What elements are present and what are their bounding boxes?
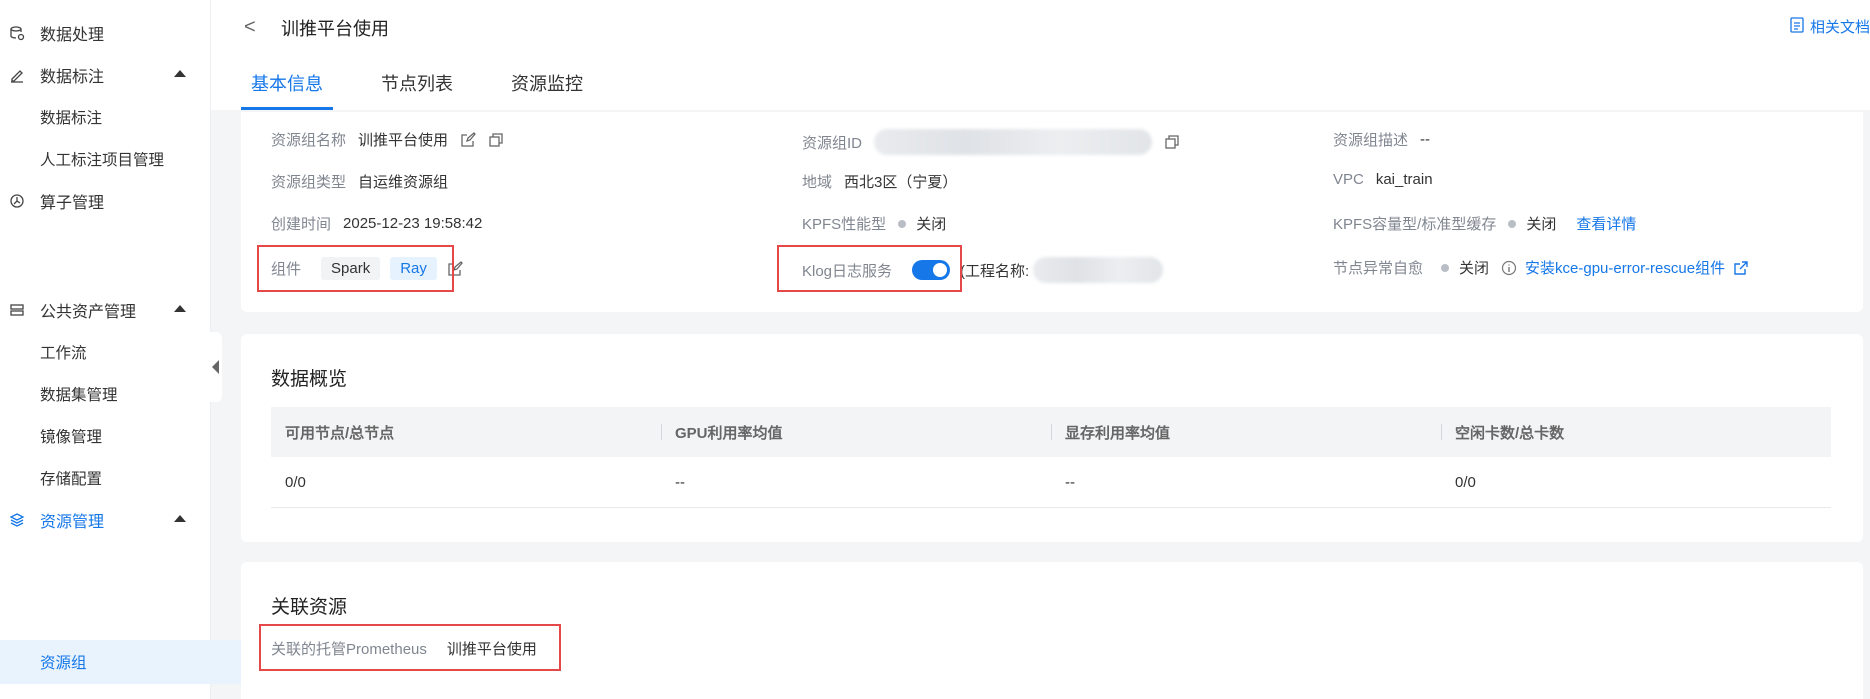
sidebar-item-data-processing[interactable]: 数据处理 [0,11,210,55]
install-rescue-link[interactable]: 安装kce-gpu-error-rescue组件 [1525,257,1725,278]
sidebar-item-label: 存储配置 [40,471,103,488]
chevron-up-icon [174,305,186,312]
sidebar-item-label: 公共资产管理 [40,304,137,321]
created-time-field: 创建时间 2025-12-23 19:58:42 [271,215,483,233]
table-cell: 0/0 [1455,473,1476,491]
data-processing-icon [8,24,26,42]
sidebar-item-label: 人工标注项目管理 [40,152,165,169]
sidebar-item-label: 镜像管理 [40,429,103,446]
sidebar-item-label: 工作流 [40,345,87,362]
redacted-value [874,129,1153,155]
sidebar-item-manual-annotation-projects[interactable]: 人工标注项目管理 [0,137,250,181]
node-self-heal-field: 节点异常自愈 关闭 安装kce-gpu-error-rescue组件 [1333,257,1749,278]
region-field: 地域 西北3区（宁夏） [802,174,958,191]
sidebar-item-label: 数据处理 [40,27,105,44]
sidebar: 数据处理 数据标注 数据标注 人工标注项目管理 算子管理 公共资产管理 工作流 … [0,0,246,699]
chevron-up-icon [174,515,186,522]
sidebar-item-label: 资源组 [40,655,87,672]
layers-icon [8,511,26,529]
sidebar-item-operator-management[interactable]: 算子管理 [0,179,210,223]
table-cell: -- [1065,473,1075,491]
basic-info-card: 资源组名称 训推平台使用 资源组ID 资源组描述 -- 资源组类型 自运维资源组… [241,112,1863,312]
sidebar-item-label: 数据标注 [40,110,103,127]
tab-basic-info[interactable]: 基本信息 [241,70,333,110]
sidebar-item-label: 资源管理 [40,514,105,531]
highlight-box [259,624,561,671]
tab-resource-monitor[interactable]: 资源监控 [511,70,583,110]
status-dot [1441,263,1450,272]
kpfs-performance-field: KPFS性能型 关闭 [802,216,947,233]
status-dot [1508,219,1517,228]
sidebar-item-resource-management[interactable]: 资源管理 [0,498,210,542]
column-header: 可用节点/总节点 [285,424,395,442]
page-title: 训推平台使用 [281,19,389,39]
copy-icon[interactable] [488,132,504,148]
table-cell: 0/0 [285,473,306,491]
chevron-up-icon [174,70,186,77]
table-row: 0/0 -- -- 0/0 [271,457,1831,508]
table-cell: -- [675,473,685,491]
chevron-left-icon [211,360,219,374]
asset-icon [8,301,26,319]
back-button[interactable]: < [244,16,256,39]
sidebar-collapse-handle[interactable] [208,332,222,402]
related-resources-card: 关联资源 关联的托管Prometheus 训推平台使用 [241,562,1863,699]
redacted-value [1033,257,1164,283]
table-header: 可用节点/总节点 GPU利用率均值 显存利用率均值 空闲卡数/总卡数 [271,407,1831,457]
document-icon [1790,16,1804,37]
section-title: 数据概览 [271,369,348,390]
column-header: GPU利用率均值 [661,422,1051,443]
sidebar-item-storage-config[interactable]: 存储配置 [0,456,250,500]
status-dot [898,219,907,228]
column-header: 显存利用率均值 [1051,422,1441,443]
copy-icon[interactable] [1164,134,1180,150]
external-link-icon[interactable] [1733,260,1749,276]
tab-node-list[interactable]: 节点列表 [381,70,453,110]
tab-bar: 基本信息 节点列表 资源监控 [241,70,641,110]
resource-group-desc-field: 资源组描述 -- [1333,131,1431,149]
related-docs-link[interactable]: 相关文档 [1790,16,1870,37]
data-overview-card: 数据概览 可用节点/总节点 GPU利用率均值 显存利用率均值 空闲卡数/总卡数 … [241,334,1863,542]
pen-icon [8,66,26,84]
info-icon[interactable] [1501,260,1517,276]
resource-group-type-field: 资源组类型 自运维资源组 [271,174,449,191]
sidebar-item-label: 数据标注 [40,69,105,86]
sidebar-item-data-annotation[interactable]: 数据标注 [0,53,210,97]
sidebar-item-public-assets[interactable]: 公共资产管理 [0,288,210,332]
vpc-field: VPC kai_train [1333,171,1433,188]
resource-group-name-field: 资源组名称 训推平台使用 [271,129,504,150]
sidebar-item-label: 数据集管理 [40,387,118,404]
highlight-box [257,245,454,292]
resource-group-id-field: 资源组ID [802,129,1180,155]
sidebar-item-label: 算子管理 [40,195,105,212]
section-title: 关联资源 [271,597,348,618]
overview-table: 可用节点/总节点 GPU利用率均值 显存利用率均值 空闲卡数/总卡数 0/0 -… [271,407,1831,508]
edit-icon[interactable] [460,131,476,148]
kpfs-capacity-field: KPFS容量型/标准型缓存 关闭 查看详情 [1333,213,1636,234]
sidebar-item-resource-group[interactable]: 资源组 [0,640,246,684]
page-header: < 训推平台使用 相关文档 基本信息 节点列表 资源监控 [211,0,1870,110]
sidebar-item-image-management[interactable]: 镜像管理 [0,414,250,458]
view-details-link[interactable]: 查看详情 [1576,213,1636,234]
highlight-box [777,245,962,292]
operator-icon [8,192,26,210]
column-header: 空闲卡数/总卡数 [1441,422,1831,443]
